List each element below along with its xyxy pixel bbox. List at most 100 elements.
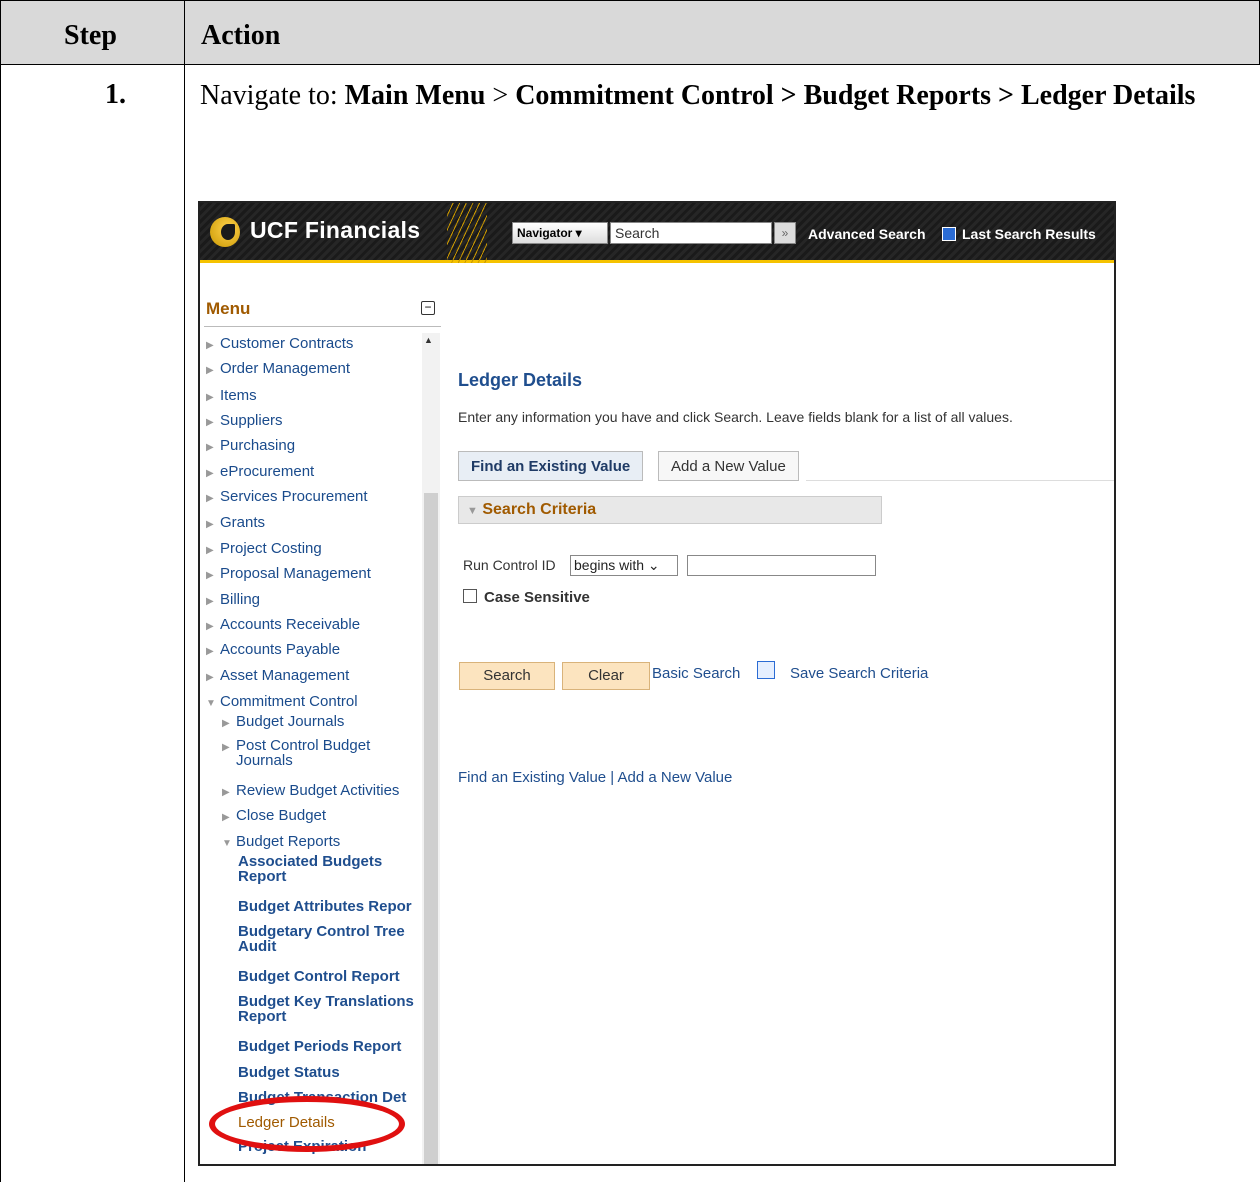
menu-item-label-line2: Report [238, 1008, 287, 1025]
menu-divider [204, 326, 441, 327]
menu-item-label: Budget Journals [236, 713, 345, 730]
menu-item[interactable]: ▶ Asset Management [206, 667, 349, 684]
menu-item[interactable]: ▶ Accounts Payable [206, 641, 340, 658]
menu-item[interactable]: Budget Control Report [238, 968, 400, 985]
search-criteria-header[interactable]: ▼ Search Criteria [458, 496, 882, 524]
menu-item[interactable]: ▼ Commitment Control [206, 693, 358, 710]
header-action: Action [201, 20, 281, 51]
search-go-icon[interactable]: » [774, 222, 796, 244]
step-instruction: Navigate to: Main Menu > Commitment Cont… [200, 78, 1255, 114]
navigator-button[interactable]: Navigator ▾ [512, 222, 608, 244]
menu-item[interactable]: ▼ Budget Reports [222, 833, 340, 850]
menu-item-label: Project Costing [220, 540, 322, 557]
menu-item[interactable]: ▶ eProcurement [206, 463, 314, 480]
save-search-criteria-link[interactable]: Save Search Criteria [790, 665, 928, 682]
save-search-icon[interactable] [757, 661, 775, 679]
instruction-main-menu: Main Menu [344, 80, 486, 111]
embedded-screenshot: UCF Financials Navigator ▾ Search » Adva… [198, 201, 1116, 1166]
menu-item[interactable]: ▶ Suppliers [206, 412, 283, 429]
app-title: UCF Financials [250, 217, 421, 243]
menu-item[interactable]: ▶ Budget Journals [222, 713, 344, 730]
collapsed-arrow-icon: ▶ [206, 570, 214, 581]
menu-item-label: Order Management [220, 360, 351, 377]
menu-item[interactable]: ▶ Accounts Receivable [206, 616, 360, 633]
menu-item-label: Accounts Receivable [220, 616, 361, 633]
header-step: Step [64, 20, 117, 51]
run-control-operator-select[interactable]: begins with ⌄ [570, 555, 678, 576]
collapsed-arrow-icon: ▶ [206, 545, 214, 556]
last-search-results-icon[interactable] [942, 227, 956, 241]
menu-item-label: Close Budget [236, 807, 327, 824]
menu-item-label: Grants [220, 514, 266, 531]
collapsed-arrow-icon: ▶ [206, 468, 214, 479]
menu-item[interactable]: ▶ Review Budget Activities [222, 782, 399, 799]
clear-button[interactable]: Clear [562, 662, 650, 690]
bottom-add-new-link[interactable]: Add a New Value [618, 769, 733, 786]
menu-item[interactable]: ▶ Order Management [206, 360, 350, 377]
collapse-triangle-icon: ▼ [467, 505, 478, 517]
search-button[interactable]: Search [459, 662, 555, 690]
collapsed-arrow-icon: ▶ [222, 742, 230, 753]
menu-item-label-line2: Journals [236, 752, 293, 769]
menu-item[interactable]: ▶ Purchasing [206, 437, 295, 454]
menu-item[interactable]: Budget Key Translations Report [238, 993, 414, 1025]
search-criteria-title: Search Criteria [482, 501, 597, 518]
tab-underline [806, 480, 1114, 481]
case-sensitive-checkbox[interactable] [463, 589, 477, 603]
menu-item-label: Customer Contracts [220, 335, 354, 352]
menu-item-label: Services Procurement [220, 488, 368, 505]
collapsed-arrow-icon: ▶ [206, 646, 214, 657]
advanced-search-link[interactable]: Advanced Search [808, 226, 926, 242]
menu-item[interactable]: ▶ Services Procurement [206, 488, 368, 505]
menu-item-label: Purchasing [220, 437, 296, 454]
menu-item[interactable]: Budget Status [238, 1064, 340, 1081]
bottom-find-existing-link[interactable]: Find an Existing Value [458, 769, 606, 786]
menu-item[interactable]: ▶ Post Control Budget Journals [222, 737, 370, 769]
step-number: 1. [105, 79, 126, 110]
menu-item[interactable]: Budgetary Control Tree Audit [238, 923, 405, 955]
menu-item[interactable]: ▶ Project Costing [206, 540, 322, 557]
expanded-arrow-icon: ▼ [206, 698, 216, 709]
global-search-input[interactable]: Search [610, 222, 772, 244]
collapsed-arrow-icon: ▶ [222, 718, 230, 729]
collapsed-arrow-icon: ▶ [206, 621, 214, 632]
table-header-row [0, 0, 1260, 65]
collapsed-arrow-icon: ▶ [206, 519, 214, 530]
menu-item-label: Budget Periods Report [238, 1038, 402, 1055]
menu-item-label: Proposal Management [220, 565, 371, 582]
menu-list: ▶ Customer Contracts ▶ Order Management ▶ Ite… [200, 333, 422, 1164]
bottom-links: Find an Existing Value | Add a New Value [458, 769, 732, 786]
menu-item[interactable]: Budget Periods Report [238, 1038, 401, 1055]
menu-item-label-line2: Report [238, 868, 287, 885]
menu-item-label: Suppliers [220, 412, 283, 429]
page-description: Enter any information you have and click… [458, 409, 1013, 425]
app-header-bar: UCF Financials Navigator ▾ Search » Adva… [200, 203, 1114, 263]
collapsed-arrow-icon: ▶ [206, 442, 214, 453]
menu-item-label: Budget Control Report [238, 968, 400, 985]
instruction-prefix: Navigate to: [200, 80, 345, 111]
menu-item-label: Commitment Control [220, 693, 358, 710]
ucf-pegasus-logo-icon [210, 217, 240, 247]
scroll-up-icon[interactable]: ▲ [424, 335, 433, 345]
tab-find-existing-value[interactable]: Find an Existing Value [458, 451, 644, 481]
menu-item-label: Asset Management [220, 667, 350, 684]
last-search-results-link[interactable]: Last Search Results [962, 226, 1096, 242]
menu-item[interactable]: ▶ Grants [206, 514, 265, 531]
menu-collapse-icon[interactable]: − [421, 301, 435, 315]
run-control-id-input[interactable] [687, 555, 876, 576]
menu-scrollbar-thumb[interactable] [424, 493, 438, 1164]
menu-item-label: Budget Status [238, 1064, 340, 1081]
menu-item[interactable]: ▶ Billing [206, 591, 260, 608]
menu-item[interactable]: ▶ Customer Contracts [206, 335, 353, 352]
menu-item[interactable]: Budget Attributes Repor [238, 898, 412, 915]
basic-search-link[interactable]: Basic Search [652, 665, 740, 682]
menu-item-label: Budget Reports [236, 833, 341, 850]
menu-item[interactable]: Associated Budgets Report [238, 853, 382, 885]
menu-item[interactable]: ▶ Proposal Management [206, 565, 371, 582]
collapsed-arrow-icon: ▶ [206, 672, 214, 683]
menu-item[interactable]: ▶ Items [206, 387, 257, 404]
page-title: Ledger Details [458, 370, 583, 390]
menu-item[interactable]: ▶ Close Budget [222, 807, 326, 824]
tab-add-new-value[interactable]: Add a New Value [658, 451, 799, 481]
collapsed-arrow-icon: ▶ [206, 392, 214, 403]
